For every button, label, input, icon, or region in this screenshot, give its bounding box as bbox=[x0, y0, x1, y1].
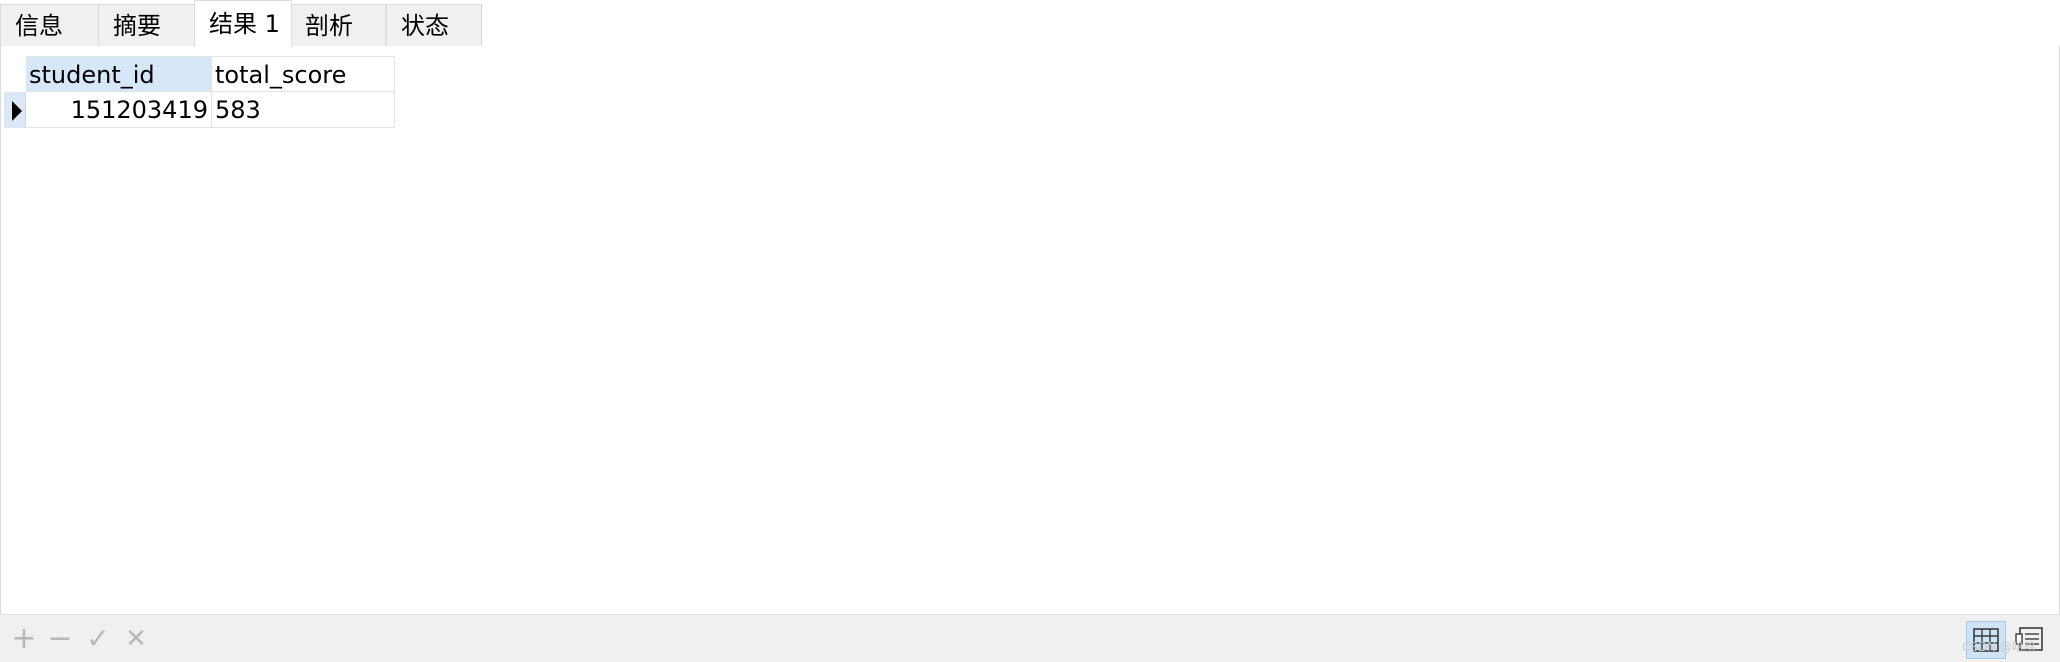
tab-result-1[interactable]: 结果 1 bbox=[194, 0, 292, 47]
add-record-icon[interactable]: + bbox=[8, 623, 40, 655]
tab-summary[interactable]: 摘要 bbox=[98, 4, 196, 46]
current-row-arrow-icon bbox=[12, 101, 22, 121]
result-grid-area: student_id total_score 151203419 583 bbox=[0, 46, 2060, 614]
tab-info[interactable]: 信息 bbox=[0, 4, 100, 46]
watermark: CSDN @哈哈 bbox=[1962, 640, 2037, 654]
result-window: 信息 摘要 剖析 状态 结果 1 student_id total_score … bbox=[0, 0, 2060, 662]
delete-record-icon[interactable]: − bbox=[44, 623, 76, 655]
grid-toolbar: + − ✓ ✕ bbox=[0, 614, 2060, 662]
tab-profile[interactable]: 剖析 bbox=[290, 4, 386, 46]
apply-changes-icon[interactable]: ✓ bbox=[82, 623, 114, 655]
tab-status[interactable]: 状态 bbox=[386, 4, 482, 46]
column-header-total-score[interactable]: total_score bbox=[212, 56, 395, 92]
discard-changes-icon[interactable]: ✕ bbox=[120, 623, 152, 655]
cell-student-id[interactable]: 151203419 bbox=[26, 92, 212, 128]
grid-corner bbox=[4, 56, 26, 92]
column-header-student-id[interactable]: student_id bbox=[26, 56, 212, 92]
row-indicator[interactable] bbox=[4, 92, 26, 128]
tab-bar: 信息 摘要 剖析 状态 结果 1 bbox=[0, 0, 2060, 47]
cell-total-score[interactable]: 583 bbox=[212, 92, 395, 128]
